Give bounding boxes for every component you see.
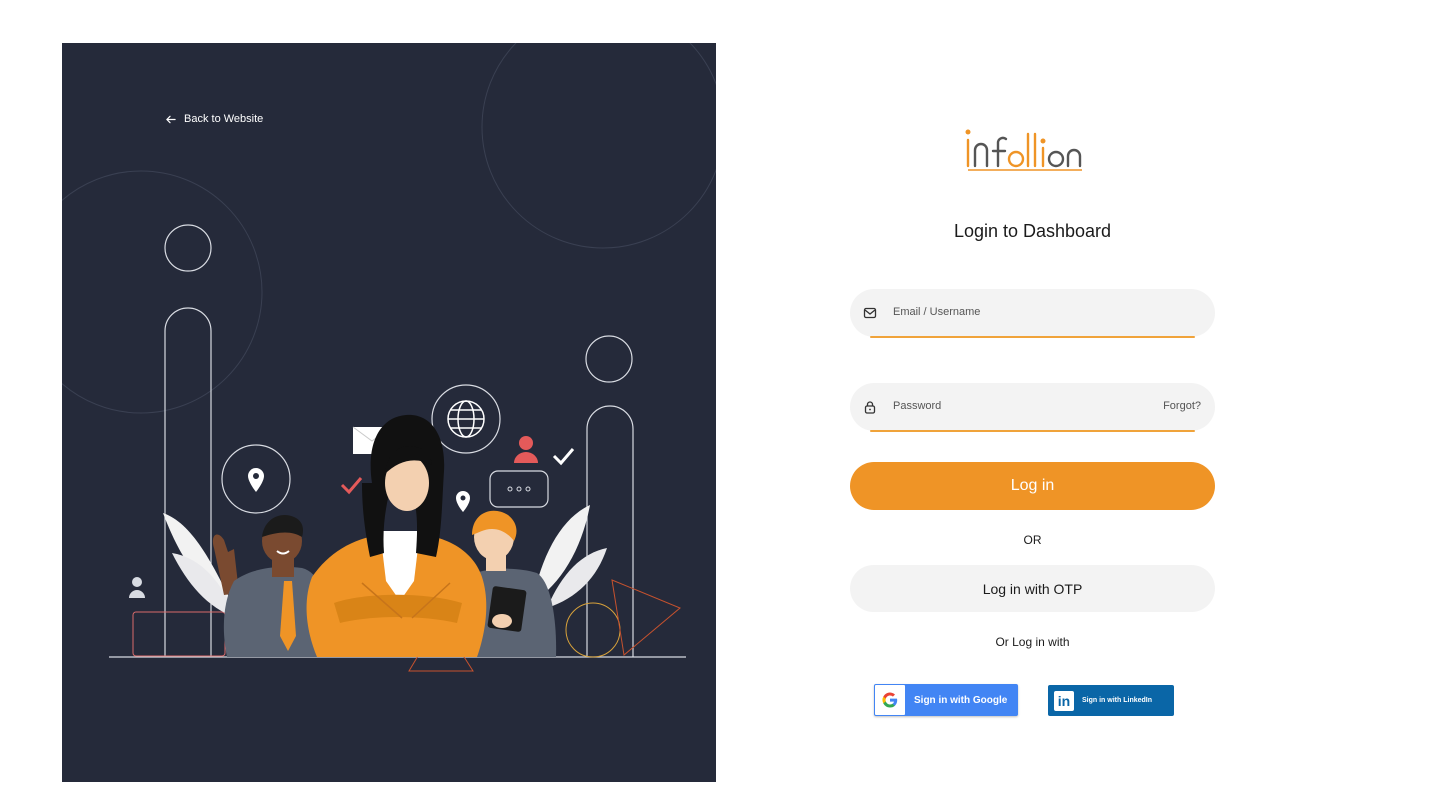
linkedin-signin-button[interactable]: in Sign in with LinkedIn xyxy=(1048,685,1174,716)
login-form: Login to Dashboard Email / Username Pass… xyxy=(850,0,1215,785)
i-dot-right xyxy=(585,335,633,383)
mail-icon xyxy=(863,307,877,319)
chat-bubble-icon xyxy=(489,470,549,508)
i-stem-right xyxy=(586,405,634,657)
lock-icon xyxy=(864,401,876,414)
check-icon-white xyxy=(552,448,575,466)
i-stem-left xyxy=(164,307,212,657)
team-illustration xyxy=(62,43,716,672)
infollion-logo xyxy=(965,129,1082,171)
google-signin-label: Sign in with Google xyxy=(914,694,1008,706)
illustration-panel: Back to Website xyxy=(62,43,716,782)
deco-triangle-right xyxy=(611,579,681,656)
i-dot-left xyxy=(164,224,212,272)
linkedin-signin-label: Sign in with LinkedIn xyxy=(1082,697,1152,704)
email-placeholder: Email / Username xyxy=(893,306,981,318)
email-field[interactable]: Email / Username xyxy=(850,289,1215,338)
password-field[interactable]: Password Forgot? xyxy=(850,383,1215,432)
back-to-website-link[interactable]: Back to Website xyxy=(165,113,263,125)
globe-icon xyxy=(447,400,485,438)
or-login-with-text: Or Log in with xyxy=(995,635,1070,649)
password-underline xyxy=(870,430,1195,432)
deco-circle-large xyxy=(481,43,716,249)
person-icon xyxy=(129,577,145,598)
forgot-password-link[interactable]: Forgot? xyxy=(1163,400,1201,412)
email-underline xyxy=(870,336,1195,338)
google-signin-button[interactable]: Sign in with Google xyxy=(874,684,1018,716)
back-link-label: Back to Website xyxy=(184,113,264,125)
login-title: Login to Dashboard xyxy=(953,221,1112,241)
password-placeholder: Password xyxy=(893,400,942,412)
location-pin-icon-small xyxy=(456,491,470,512)
login-with-otp-button[interactable]: Log in with OTP xyxy=(850,565,1215,612)
login-button[interactable]: Log in xyxy=(850,462,1215,510)
deco-circle-orange xyxy=(565,602,621,658)
check-icon-red xyxy=(340,477,363,495)
google-g-icon xyxy=(875,685,905,715)
or-divider: OR xyxy=(1023,533,1042,547)
deco-circle-left xyxy=(62,170,263,414)
linkedin-in-icon: in xyxy=(1054,690,1074,711)
location-pin-icon xyxy=(248,468,264,492)
arrow-left-icon xyxy=(166,115,176,123)
woman-crossed-arms xyxy=(306,414,487,657)
person-icon-red xyxy=(514,436,538,463)
